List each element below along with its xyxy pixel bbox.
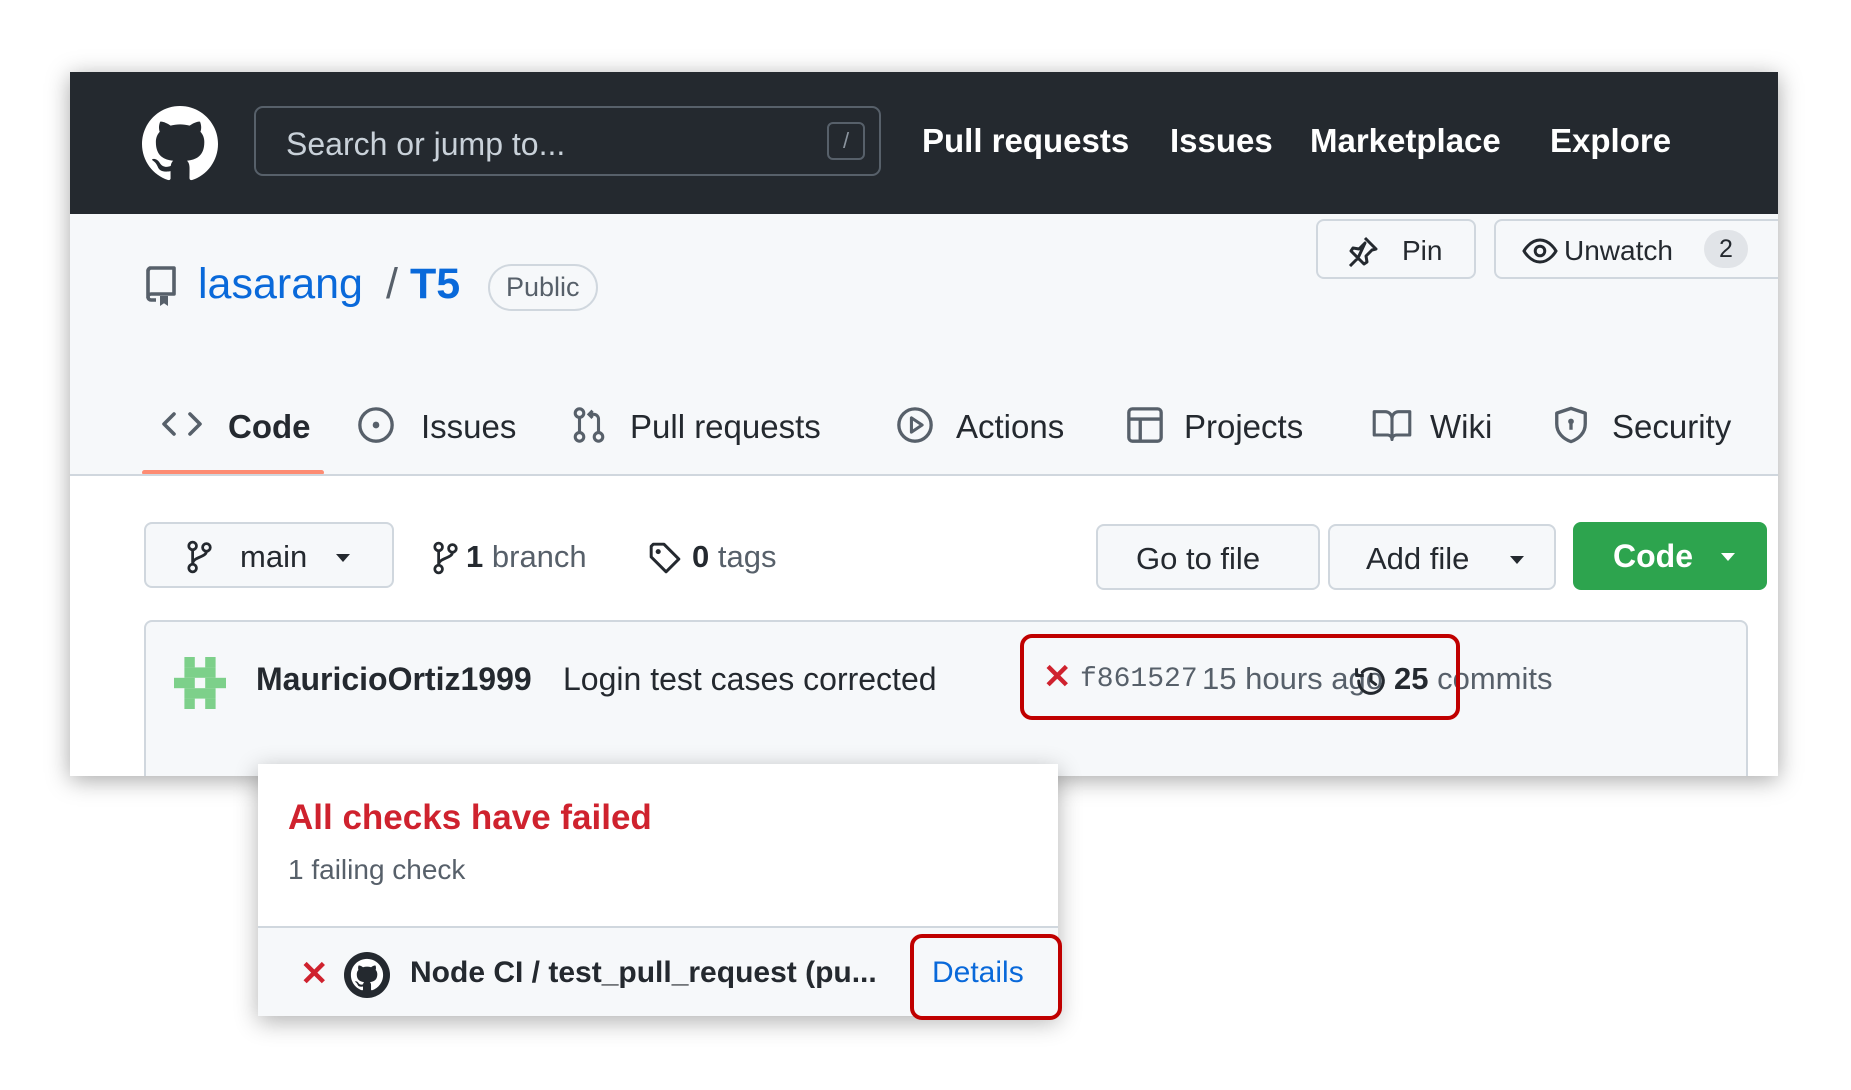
tab-pull-requests-label: Pull requests [630,408,821,445]
failing-check-count: 1 failing check [288,854,466,885]
commit-status-highlight [1020,634,1460,720]
checks-failed-title: All checks have failed [288,798,652,837]
github-repo-window: Search or jump to... / Pull requests Iss… [70,72,1778,776]
branch-count: 1 [466,539,484,574]
top-navbar: Search or jump to... / Pull requests Iss… [70,72,1778,214]
git-branch-icon [432,541,458,575]
code-icon [162,408,202,440]
issue-opened-icon [357,406,395,444]
x-icon: ✕ [300,955,329,993]
tab-actions-label: Actions [956,408,1065,445]
repo-path-separator: / [386,260,398,308]
unwatch-label: Unwatch [1564,235,1673,266]
branch-name: main [240,539,308,574]
shield-icon [1554,406,1588,444]
watch-count: 2 [1704,230,1748,268]
repo-icon [144,266,178,306]
avatar[interactable] [174,657,226,709]
git-pull-request-icon [572,406,606,444]
chevron-down-icon [1510,556,1524,564]
repo-name-link[interactable]: T5 [410,260,460,309]
latest-commit-bar [144,620,1748,776]
visibility-badge: Public [488,264,598,311]
commit-author-link[interactable]: MauricioOrtiz1999 [256,661,532,698]
tab-wiki-label: Wiki [1430,408,1493,445]
github-logo-icon[interactable] [142,106,218,182]
pin-label: Pin [1402,235,1443,266]
nav-explore[interactable]: Explore [1550,122,1671,160]
unwatch-button[interactable]: Unwatch 2 [1494,219,1778,279]
tab-issues-label: Issues [421,408,517,445]
tag-word: tags [717,539,777,574]
pin-icon [1346,235,1380,267]
github-actions-avatar-icon [344,952,390,998]
tag-icon [648,541,682,575]
chevron-down-icon [1721,553,1735,561]
play-icon [896,406,934,444]
search-placeholder: Search or jump to... [286,126,566,162]
go-to-file-button[interactable]: Go to file [1096,524,1320,590]
pin-button[interactable]: Pin [1316,219,1476,279]
nav-marketplace[interactable]: Marketplace [1310,122,1501,160]
check-name: Node CI / test_pull_request (pu... [410,956,877,989]
eye-icon [1522,237,1558,265]
chevron-down-icon [336,554,350,562]
code-dropdown-button[interactable]: Code [1573,522,1767,590]
tab-projects-label: Projects [1184,408,1304,445]
branch-word: branch [491,539,587,574]
slash-shortcut-badge: / [827,122,865,160]
nav-pull-requests[interactable]: Pull requests [922,122,1129,160]
add-file-label: Add file [1366,541,1470,576]
code-button-label: Code [1613,538,1693,574]
branch-select-button[interactable]: main [144,522,394,588]
go-to-file-label: Go to file [1136,541,1261,576]
book-icon [1372,408,1412,442]
table-icon [1126,406,1164,444]
tab-security-label: Security [1612,408,1732,445]
tab-code-label: Code [228,408,311,445]
add-file-button[interactable]: Add file [1328,524,1556,590]
details-highlight [910,934,1062,1020]
tag-count: 0 [692,539,710,574]
git-branch-icon [186,540,212,574]
repo-owner-link[interactable]: lasarang [198,260,363,309]
nav-issues[interactable]: Issues [1170,122,1273,160]
search-input[interactable]: Search or jump to... / [254,106,881,176]
commit-message-link[interactable]: Login test cases corrected [563,661,937,698]
